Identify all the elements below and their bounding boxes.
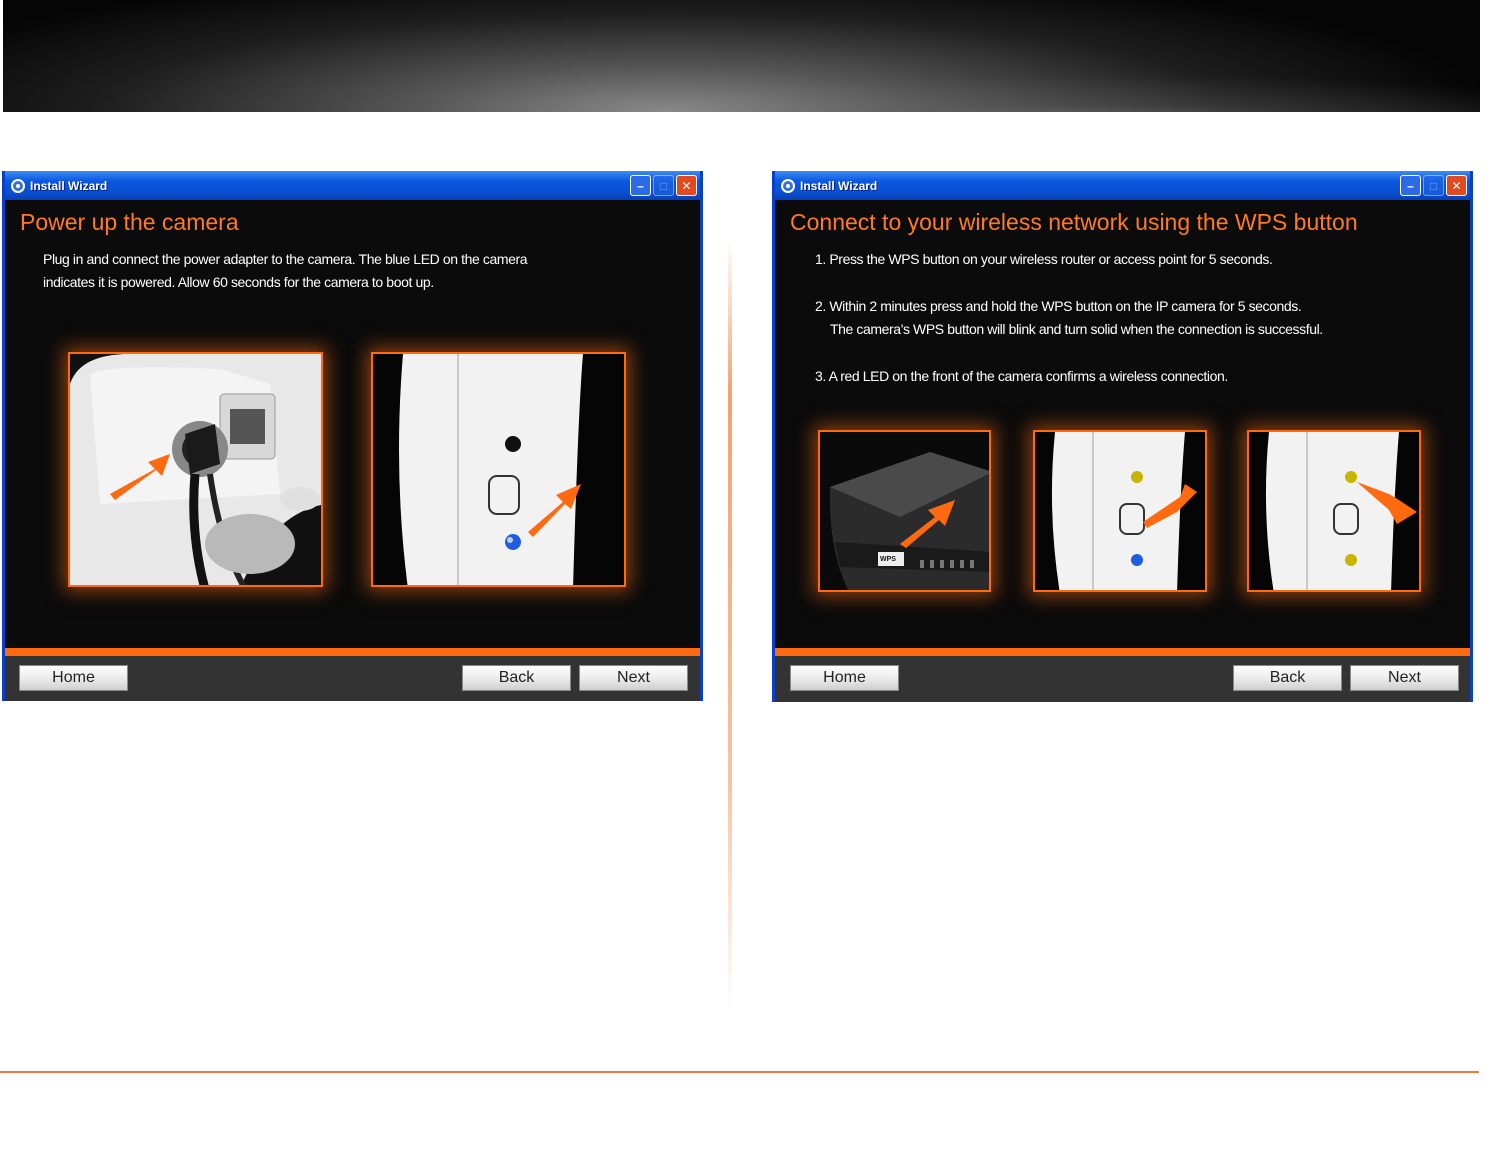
instruction-line: indicates it is powered. Allow 60 second… [43, 274, 434, 290]
next-button[interactable]: Next [1350, 665, 1459, 691]
maximize-button[interactable]: □ [653, 175, 674, 196]
app-icon [11, 178, 25, 193]
close-button[interactable]: ✕ [676, 175, 697, 196]
app-icon [781, 178, 795, 193]
home-button[interactable]: Home [19, 665, 128, 691]
router-wps-label: WPS [880, 556, 896, 563]
instruction-step-2: 2. Within 2 minutes press and hold the W… [815, 298, 1302, 314]
window-title: Install Wizard [800, 178, 878, 193]
instruction-step-1: 1. Press the WPS button on your wireless… [815, 251, 1273, 267]
back-button[interactable]: Back [462, 665, 571, 691]
step-heading: Power up the camera [20, 209, 239, 235]
instruction-step-2-detail: The camera's WPS button will blink and t… [830, 321, 1323, 337]
install-wizard-window-power: Install Wizard – □ ✕ Power up the camera… [2, 171, 703, 701]
close-button[interactable]: ✕ [1446, 175, 1467, 196]
manual-page: Install Wizard – □ ✕ Power up the camera… [0, 0, 1509, 1167]
minimize-button[interactable]: – [1400, 175, 1421, 196]
instruction-step-3: 3. A red LED on the front of the camera … [815, 368, 1228, 384]
wizard-footer: Home Back Next [775, 656, 1470, 702]
back-button[interactable]: Back [1233, 665, 1342, 691]
blue-led-photo [371, 352, 626, 587]
camera-wps-led-photo [1247, 430, 1421, 592]
wizard-footer: Home Back Next [5, 656, 700, 701]
home-button[interactable]: Home [790, 665, 899, 691]
install-wizard-window-wps: Install Wizard – □ ✕ Connect to your wir… [772, 171, 1473, 702]
power-connector-photo [68, 352, 323, 587]
column-divider [728, 240, 732, 1010]
minimize-button[interactable]: – [630, 175, 651, 196]
camera-wps-press-photo [1033, 430, 1207, 592]
next-button[interactable]: Next [579, 665, 688, 691]
step-heading: Connect to your wireless network using t… [790, 209, 1358, 235]
footer-accent-bar [5, 648, 700, 656]
title-bar[interactable]: Install Wizard – □ ✕ [5, 171, 700, 200]
footer-accent-bar [775, 648, 1470, 656]
window-title: Install Wizard [30, 178, 108, 193]
instruction-line: Plug in and connect the power adapter to… [43, 251, 528, 267]
router-wps-photo: WPS [818, 430, 991, 592]
title-bar[interactable]: Install Wizard – □ ✕ [775, 171, 1470, 200]
maximize-button[interactable]: □ [1423, 175, 1444, 196]
footer-rule [0, 1071, 1479, 1073]
header-banner [3, 0, 1480, 112]
